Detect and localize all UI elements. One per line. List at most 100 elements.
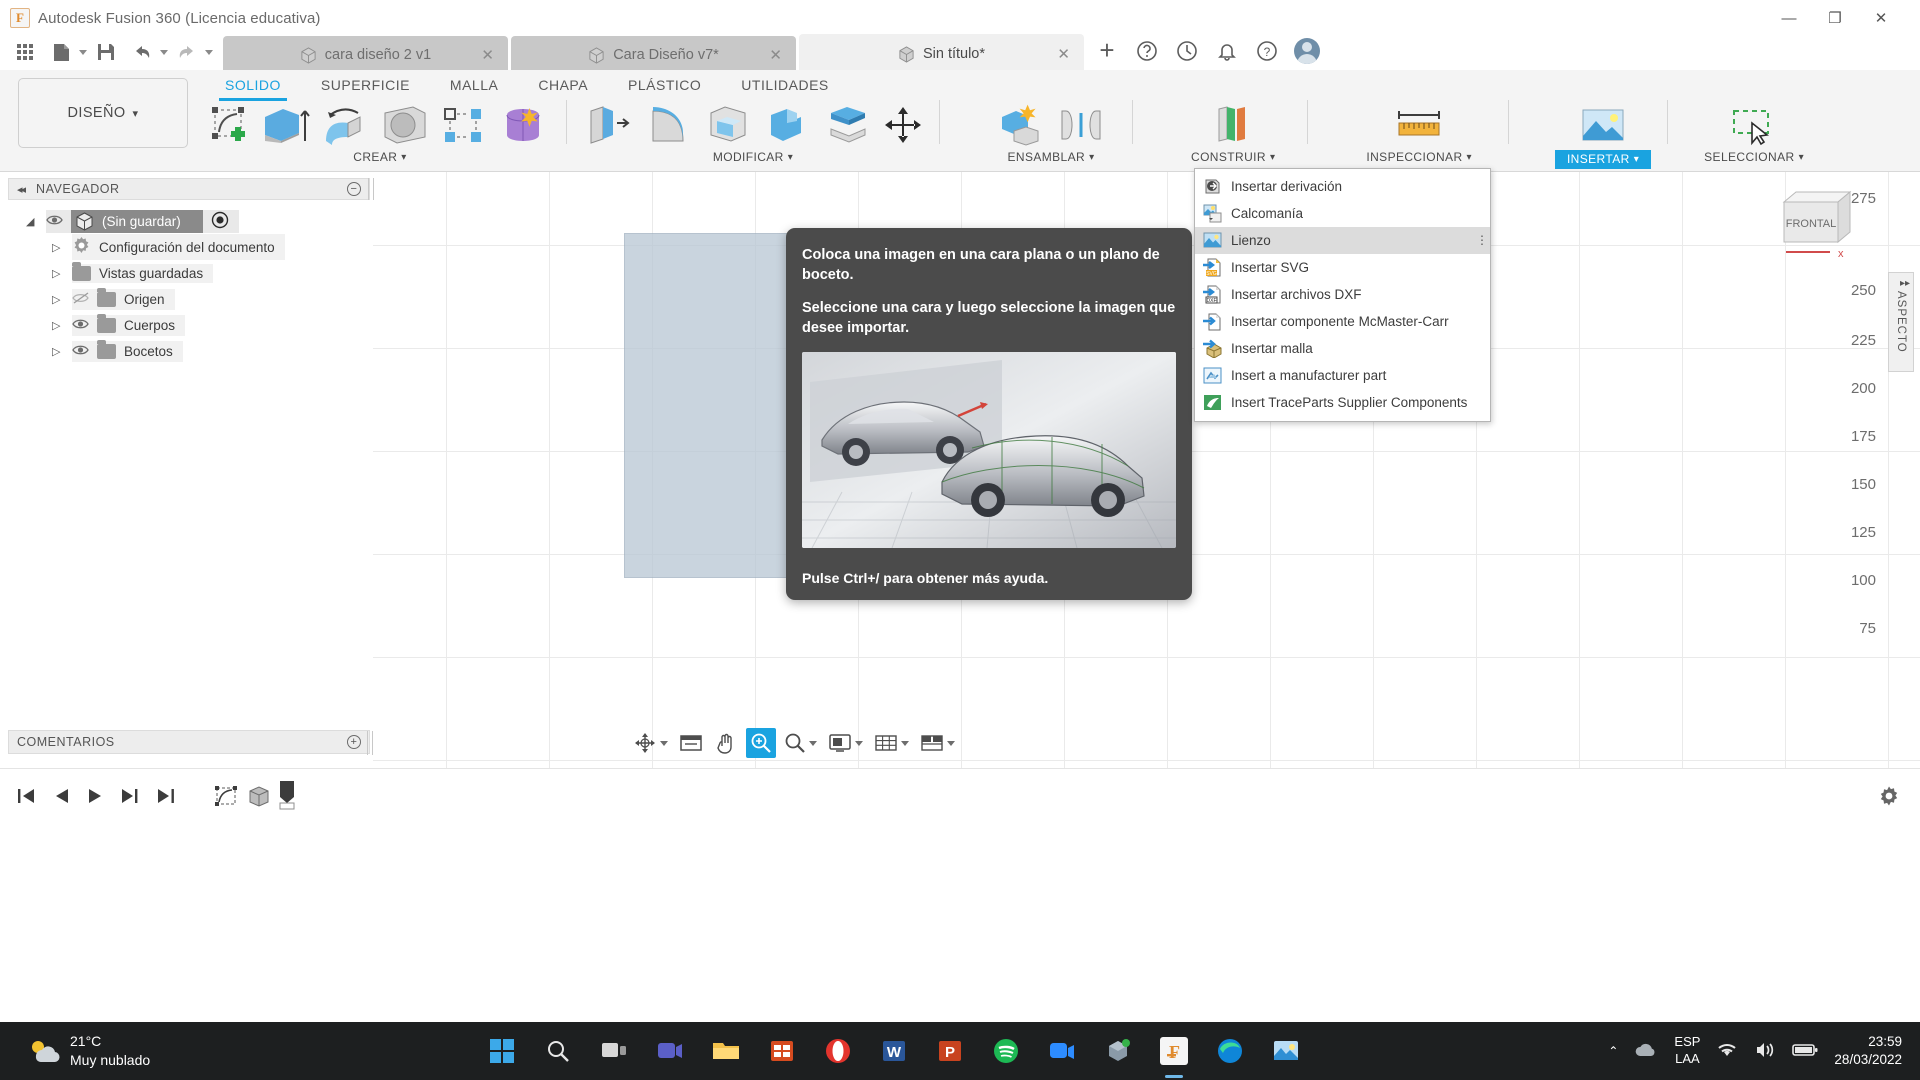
wifi-icon[interactable] bbox=[1716, 1041, 1738, 1062]
battery-icon[interactable] bbox=[1792, 1042, 1818, 1061]
ribbon-group-label-insertar[interactable]: INSERTAR ▾ bbox=[1554, 150, 1652, 169]
language-indicator[interactable]: ESP LAA bbox=[1674, 1034, 1700, 1068]
orbit-icon[interactable] bbox=[630, 728, 671, 758]
root-component-chip[interactable]: (Sin guardar) bbox=[71, 209, 203, 233]
extrude-icon[interactable] bbox=[256, 102, 314, 148]
selection-tool-icon[interactable] bbox=[1725, 102, 1783, 148]
ribbon-tab-malla[interactable]: MALLA bbox=[430, 75, 518, 95]
powerpoint-icon[interactable]: P bbox=[928, 1029, 972, 1073]
help-circle-icon[interactable] bbox=[1127, 31, 1167, 71]
search-icon[interactable] bbox=[536, 1029, 580, 1073]
pattern-icon[interactable] bbox=[436, 102, 494, 148]
ribbon-group-label-ensamblar[interactable]: ENSAMBLAR ▾ bbox=[1007, 150, 1094, 164]
aspect-collapse-icon[interactable]: ▸▸ bbox=[1900, 278, 1910, 289]
photos-icon[interactable] bbox=[1264, 1029, 1308, 1073]
hand-pan-icon[interactable] bbox=[711, 728, 741, 758]
file-explorer-icon[interactable] bbox=[704, 1029, 748, 1073]
unity-icon[interactable] bbox=[1096, 1029, 1140, 1073]
visibility-eye-icon[interactable] bbox=[46, 213, 63, 230]
sketch-marker[interactable] bbox=[212, 781, 242, 814]
ribbon-tab-chapa[interactable]: CHAPA bbox=[518, 75, 608, 95]
tree-root-node[interactable]: ◢ (Sin guardar) bbox=[8, 208, 370, 234]
zoom-app-icon[interactable] bbox=[1040, 1029, 1084, 1073]
press-pull-icon[interactable] bbox=[579, 102, 637, 148]
ribbon-group-label-construir[interactable]: CONSTRUIR ▾ bbox=[1191, 150, 1275, 164]
taskbar-weather-widget[interactable]: 21°C Muy nublado bbox=[0, 1032, 150, 1070]
menu-item-manufacturer-part[interactable]: Insert a manufacturer part bbox=[1195, 362, 1490, 389]
workspace-switcher[interactable]: DISEÑO ▾ bbox=[18, 78, 188, 148]
ribbon-tab-utilidades[interactable]: UTILIDADES bbox=[721, 75, 848, 95]
edge-icon[interactable] bbox=[1208, 1029, 1252, 1073]
ribbon-group-label-seleccionar[interactable]: SELECCIONAR ▾ bbox=[1704, 150, 1804, 164]
step-back-icon[interactable] bbox=[52, 788, 70, 808]
expand-triangle-icon[interactable]: ◢ bbox=[26, 215, 38, 228]
insert-canvas-icon[interactable] bbox=[1574, 102, 1632, 148]
new-file-button[interactable] bbox=[44, 35, 87, 69]
comments-panel-header[interactable]: COMENTARIOS + bbox=[8, 730, 373, 755]
visibility-eye-icon[interactable] bbox=[72, 343, 89, 360]
save-icon[interactable] bbox=[89, 35, 123, 69]
timeline-settings-gear-icon[interactable] bbox=[1878, 785, 1900, 810]
visibility-off-icon[interactable] bbox=[72, 291, 89, 308]
zoom-window-icon[interactable] bbox=[746, 728, 776, 758]
expand-triangle-icon[interactable]: ▷ bbox=[52, 319, 64, 332]
teams-icon[interactable] bbox=[648, 1029, 692, 1073]
expand-triangle-icon[interactable]: ▷ bbox=[52, 345, 64, 358]
display-settings-icon[interactable] bbox=[825, 728, 866, 758]
windows-start-icon[interactable] bbox=[480, 1029, 524, 1073]
help-icon[interactable]: ? bbox=[1247, 31, 1287, 71]
document-tab-1[interactable]: Cara Diseño v7* ✕ bbox=[511, 36, 796, 74]
joint-icon[interactable] bbox=[1052, 102, 1110, 148]
new-component-icon[interactable] bbox=[992, 102, 1050, 148]
combine-icon[interactable] bbox=[759, 102, 817, 148]
expand-triangle-icon[interactable]: ▷ bbox=[52, 293, 64, 306]
tray-expand-chevron-icon[interactable]: ⌃ bbox=[1608, 1044, 1618, 1058]
history-icon[interactable] bbox=[1167, 31, 1207, 71]
ribbon-tab-solido[interactable]: SOLIDO bbox=[205, 75, 301, 101]
create-sketch-icon[interactable] bbox=[206, 102, 254, 148]
expand-triangle-icon[interactable]: ▷ bbox=[52, 267, 64, 280]
zoom-icon[interactable] bbox=[781, 728, 820, 758]
avatar[interactable] bbox=[1287, 31, 1327, 71]
tree-item-vistas-guardadas[interactable]: ▷ Vistas guardadas bbox=[8, 260, 370, 286]
menu-item-calcomania[interactable]: Calcomanía bbox=[1195, 200, 1490, 227]
close-icon[interactable]: ✕ bbox=[481, 46, 494, 64]
offset-plane-icon[interactable] bbox=[1204, 102, 1262, 148]
fillet-icon[interactable] bbox=[639, 102, 697, 148]
go-to-end-icon[interactable] bbox=[156, 788, 176, 808]
panel-resize-grip[interactable] bbox=[368, 178, 374, 200]
collapse-panel-icon[interactable]: ◂◂ bbox=[17, 183, 26, 196]
redo-button[interactable] bbox=[170, 35, 213, 69]
onedrive-cloud-icon[interactable] bbox=[1634, 1041, 1658, 1062]
viewports-icon[interactable] bbox=[917, 728, 958, 758]
ribbon-group-label-inspeccionar[interactable]: INSPECCIONAR ▾ bbox=[1366, 150, 1472, 164]
overflow-menu-icon[interactable]: ⋮ bbox=[1476, 234, 1488, 247]
menu-item-insertar-dxf[interactable]: DXF Insertar archivos DXF bbox=[1195, 281, 1490, 308]
menu-item-mcmaster-carr[interactable]: Insertar componente McMaster-Carr bbox=[1195, 308, 1490, 335]
excel-icon[interactable] bbox=[760, 1029, 804, 1073]
volume-icon[interactable] bbox=[1754, 1041, 1776, 1062]
task-view-icon[interactable] bbox=[592, 1029, 636, 1073]
document-tab-0[interactable]: cara diseño 2 v1 ✕ bbox=[223, 36, 508, 74]
close-icon[interactable]: ✕ bbox=[769, 46, 782, 64]
move-copy-icon[interactable] bbox=[879, 102, 927, 148]
close-icon[interactable]: ✕ bbox=[1057, 45, 1070, 63]
panel-resize-grip[interactable] bbox=[367, 731, 373, 755]
ribbon-group-label-crear[interactable]: CREAR ▾ bbox=[353, 150, 406, 164]
grid-snaps-icon[interactable] bbox=[871, 728, 912, 758]
body-marker[interactable] bbox=[244, 781, 274, 814]
new-tab-button[interactable]: + bbox=[1087, 31, 1127, 71]
activate-component-radio[interactable] bbox=[211, 211, 229, 232]
tree-item-bocetos[interactable]: ▷ Bocetos bbox=[8, 338, 370, 364]
fusion360-icon[interactable]: F bbox=[1152, 1029, 1196, 1073]
menu-item-insertar-malla[interactable]: Insertar malla bbox=[1195, 335, 1490, 362]
sweep-icon[interactable] bbox=[376, 102, 434, 148]
visibility-eye-icon[interactable] bbox=[72, 317, 89, 334]
ribbon-group-label-modificar[interactable]: MODIFICAR ▾ bbox=[713, 150, 793, 164]
expand-triangle-icon[interactable]: ▷ bbox=[52, 241, 64, 254]
canvas-marker[interactable] bbox=[276, 779, 300, 816]
menu-item-traceparts[interactable]: Insert TraceParts Supplier Components bbox=[1195, 389, 1490, 416]
tree-item-cuerpos[interactable]: ▷ Cuerpos bbox=[8, 312, 370, 338]
measure-icon[interactable] bbox=[1390, 102, 1448, 148]
undo-button[interactable] bbox=[125, 35, 168, 69]
